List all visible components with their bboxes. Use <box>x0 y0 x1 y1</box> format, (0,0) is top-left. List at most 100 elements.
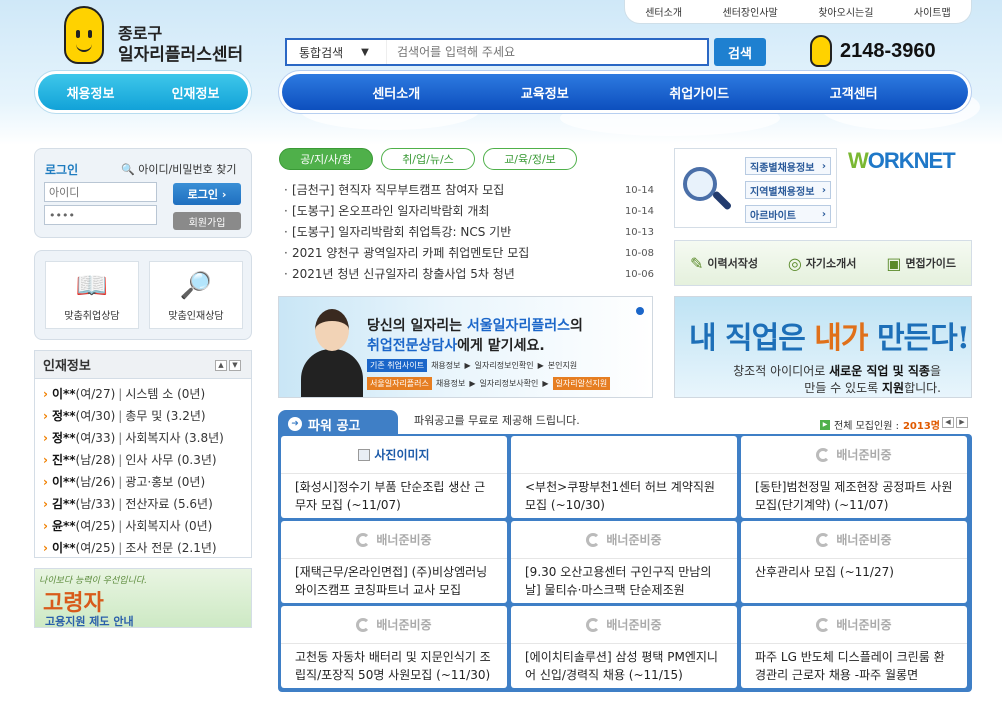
resume-tool[interactable]: ✎ 이력서작성 <box>690 254 758 273</box>
nav-job-guide[interactable]: 취업가이드 <box>669 83 729 102</box>
card-title: 산후관리사 모집 (~11/27) <box>755 565 894 579</box>
card-image: 배너준비중 <box>511 606 737 644</box>
talent-info: (여/25) <box>75 541 116 555</box>
talent-item[interactable]: › 이**(여/25) | 조사 전문 (2.1년) <box>43 537 251 559</box>
search-button[interactable]: 검색 <box>714 38 766 66</box>
news-item[interactable]: [금천구] 현직자 직무부트캠프 참여자 모집 10-14 <box>284 180 654 201</box>
news-item[interactable]: [도봉구] 일자리박람회 취업특강: NCS 기반 10-13 <box>284 222 654 243</box>
power-ad-card[interactable]: 배너준비중 [에이치티솔루션] 삼성 평택 PM엔지니어 신입/경력직 채용 (~… <box>511 606 737 688</box>
nav-left: 채용정보 인재정보 <box>34 70 252 114</box>
login-button-label: 로그인 <box>187 188 218 201</box>
arrow-down-icon[interactable]: ▼ <box>229 360 241 371</box>
site-logo[interactable]: 종로구 일자리플러스센터 <box>64 6 264 66</box>
card-title: [재택근무/온라인면접] (주)비상엠러닝 와이즈캠프 코칭파트너 교사 모집 … <box>295 565 488 597</box>
interview-guide-tool[interactable]: ▣ 면접가이드 <box>886 254 956 273</box>
job-consult-button[interactable]: 📖 맞춤취업상담 <box>45 261 139 329</box>
power-ads-desc: 파워공고를 무료로 제공해 드립니다. <box>414 414 580 427</box>
talent-item[interactable]: › 정**(여/33) | 사회복지사 (3.8년) <box>43 427 251 449</box>
job-by-region-button[interactable]: 지역별채용정보 › <box>745 181 831 199</box>
search-person-icon: 🔎 <box>179 271 213 301</box>
power-ad-card[interactable]: 배너준비중 파주 LG 반도체 디스플레이 크린룸 환경관리 근로자 채용 -파주… <box>741 606 967 688</box>
top-link-sitemap[interactable]: 사이트맵 <box>914 4 951 19</box>
nav-education[interactable]: 교육정보 <box>521 83 569 102</box>
banner2-desc: 창조적 아이디어로 새로운 직업 및 직종을 만들 수 있도록 지원합니다. <box>733 364 941 395</box>
nav-customer-center[interactable]: 고객센터 <box>830 83 878 102</box>
nav-job-info[interactable]: 채용정보 <box>67 83 115 102</box>
talent-info: (여/33) <box>75 431 116 445</box>
news-item[interactable]: 2021 양천구 광역일자리 카페 취업멘토단 모집 10-08 <box>284 243 654 264</box>
aged-employment-banner[interactable]: 나이보다 능력이 우선입니다. 고령자 고용지원 제도 안내 <box>34 568 252 628</box>
power-ads: ➜ 파워 공고 파워공고를 무료로 제공해 드립니다. ▶ 전체 모집인원 :201… <box>278 408 972 692</box>
news-item[interactable]: 2021년 청년 신규일자리 창출사업 5차 청년 10-06 <box>284 264 654 285</box>
top-link-greeting[interactable]: 센터장인사말 <box>723 4 778 19</box>
pencil-icon: ✎ <box>689 253 704 273</box>
consultant-banner[interactable]: 당신의 일자리는 서울일자리플러스의 취업전문상담사에게 맡기세요. 기존 취업… <box>278 296 653 398</box>
power-ad-card[interactable]: 배너준비중 [동탄]범천정밀 제조현장 공정파트 사원 모집(단기계약) (~11… <box>741 436 967 518</box>
card-image: 배너준비중 <box>741 436 967 474</box>
talent-item[interactable]: › 정**(여/30) | 총무 및 (3.2년) <box>43 405 251 427</box>
card-image: 배너준비중 <box>511 521 737 559</box>
news-title: [도봉구] 일자리박람회 취업특강: NCS 기반 <box>292 225 512 239</box>
next-arrow-icon[interactable]: ▶ <box>956 417 968 428</box>
talent-job: 사회복지사 (0년) <box>125 519 213 533</box>
find-account-link[interactable]: 🔍 아이디/비밀번호 찾기 <box>121 161 237 177</box>
power-ad-card[interactable]: 배너준비중 산후관리사 모집 (~11/27) <box>741 521 967 603</box>
talent-info: (여/25) <box>75 519 116 533</box>
nav-main: 센터소개 교육정보 취업가이드 고객센터 <box>278 70 972 114</box>
search-input[interactable] <box>387 45 707 59</box>
id-input[interactable] <box>44 182 157 202</box>
talent-name: 이** <box>51 387 76 401</box>
search-category-select[interactable]: 통합검색 ▼ <box>287 40 387 64</box>
bullet-icon: › <box>43 387 48 401</box>
top-link-directions[interactable]: 찾아오시는길 <box>818 4 873 19</box>
password-input[interactable]: •••• <box>44 205 157 225</box>
slide-indicator-dot[interactable] <box>636 307 644 315</box>
talent-name: 윤** <box>51 519 76 533</box>
talent-item[interactable]: › 윤**(여/25) | 사회복지사 (0년) <box>43 515 251 537</box>
card-title: [9.30 오산고용센터 구인구직 만남의 날] 물티슈·마스크팩 단순제조원 … <box>525 565 712 597</box>
tab-job-news[interactable]: 취/업/뉴/스 <box>381 148 475 170</box>
talent-name: 정** <box>51 431 76 445</box>
join-button[interactable]: 회원가입 <box>173 212 241 230</box>
talent-item[interactable]: › 진**(남/28) | 인사 사무 (0.3년) <box>43 449 251 471</box>
talent-item[interactable]: › 이**(남/26) | 광고·홍보 (0년) <box>43 471 251 493</box>
prev-arrow-icon[interactable]: ◀ <box>942 417 954 428</box>
cover-letter-tool[interactable]: ◎ 자기소개서 <box>788 254 857 273</box>
career-creation-banner[interactable]: 내 직업은 내가 만든다! 창조적 아이디어로 새로운 직업 및 직종을 만들 … <box>674 296 972 398</box>
talent-item[interactable]: › 이**(여/27) | 시스템 소 (0년) <box>43 383 251 405</box>
bullet-icon: › <box>43 409 48 423</box>
banner1-line2: 취업전문상담사에게 맡기세요. <box>367 338 545 354</box>
talent-consult-button[interactable]: 🔎 맞춤인재상담 <box>149 261 243 329</box>
loading-icon <box>816 447 831 462</box>
card-image: 배너준비중 <box>741 606 967 644</box>
search-category-label: 통합검색 <box>299 45 344 60</box>
worknet-logo[interactable]: WORKNET <box>848 148 956 174</box>
power-ad-card[interactable]: 배너준비중 [9.30 오산고용센터 구인구직 만남의 날] 물티슈·마스크팩 단… <box>511 521 737 603</box>
talent-header: 인재정보 ▲ ▼ <box>35 351 251 379</box>
power-ad-card[interactable]: 배너준비중 고천동 자동차 배터리 및 지문인식기 조립직/포장직 50명 사원모… <box>281 606 507 688</box>
top-link-about[interactable]: 센터소개 <box>645 4 682 19</box>
news-item[interactable]: [도봉구] 온오프라인 일자리박람회 개최 10-14 <box>284 201 654 222</box>
nav-talent-info[interactable]: 인재정보 <box>172 83 220 102</box>
tab-edu-info[interactable]: 교/육/정/보 <box>483 148 577 170</box>
card-image: 사진이미지 <box>281 436 507 474</box>
chevron-down-icon: ▼ <box>361 46 369 58</box>
job-by-type-button[interactable]: 직종별채용정보 › <box>745 157 831 175</box>
separator: | <box>118 387 123 401</box>
power-ad-card[interactable]: 사진이미지 [화성시]정수기 부품 단순조립 생산 근무자 모집 (~11/07) <box>281 436 507 518</box>
tab-notice[interactable]: 공/지/사/항 <box>279 148 373 170</box>
nav-center-intro[interactable]: 센터소개 <box>372 83 420 102</box>
talent-item[interactable]: › 김**(남/33) | 전산자료 (5.6년) <box>43 493 251 515</box>
consultant-photo <box>297 305 367 397</box>
job-search-box: 직종별채용정보 › 지역별채용정보 › 아르바이트 › <box>674 148 837 228</box>
power-ad-card[interactable]: 배너준비중 [재택근무/온라인면접] (주)비상엠러닝 와이즈캠프 코칭파트너 교… <box>281 521 507 603</box>
talent-job: 인사 사무 (0.3년) <box>125 453 217 467</box>
separator: | <box>118 541 123 555</box>
arrow-up-icon[interactable]: ▲ <box>215 360 227 371</box>
news-title: 2021 양천구 광역일자리 카페 취업멘토단 모집 <box>292 246 530 260</box>
power-ad-card[interactable]: <부천>쿠팡부천1센터 허브 계약직원 모집 (~10/30) <box>511 436 737 518</box>
part-time-button[interactable]: 아르바이트 › <box>745 205 831 223</box>
talent-job: 조사 전문 (2.1년) <box>125 541 217 555</box>
login-button[interactable]: 로그인 › <box>173 183 241 205</box>
bullet-icon: › <box>43 541 48 555</box>
